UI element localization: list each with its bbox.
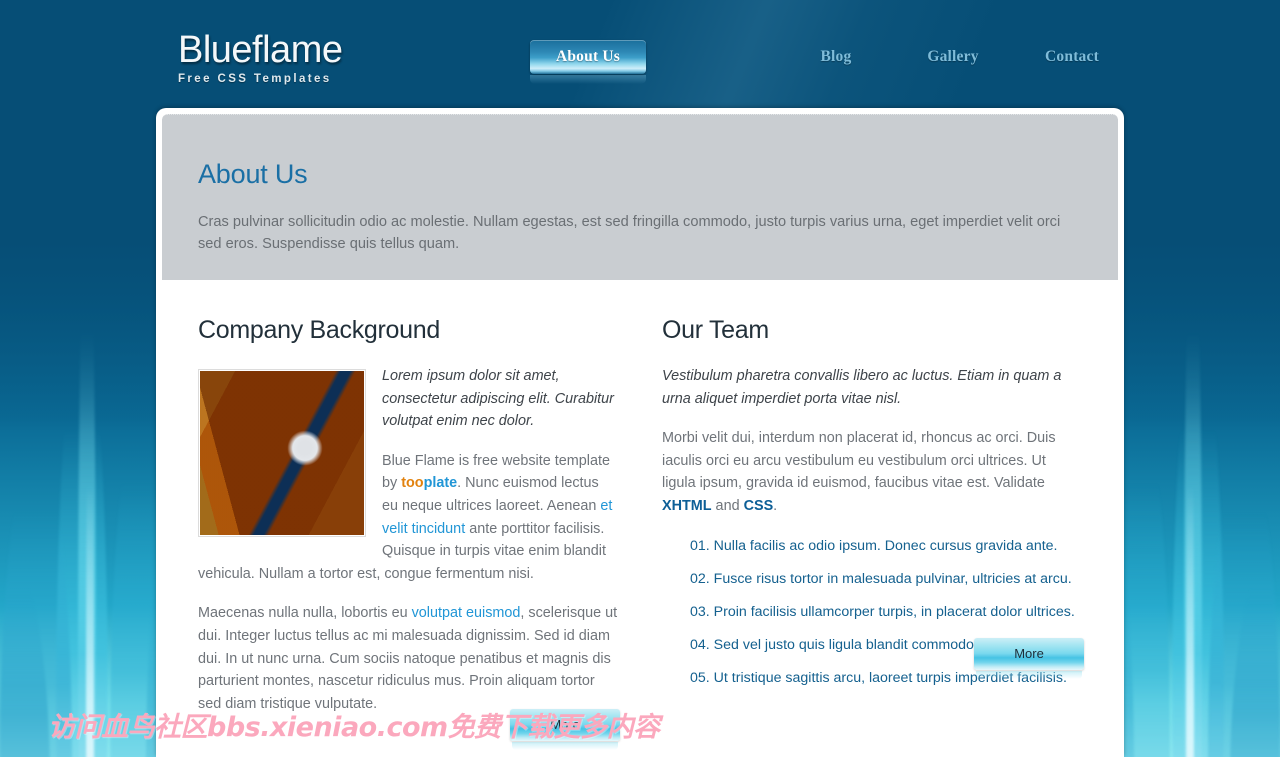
list-item[interactable]: 03. Proin facilisis ullamcorper turpis, …: [690, 602, 1082, 622]
company-background-heading: Company Background: [198, 316, 440, 344]
page-root: Blueflame Free CSS Templates Home About …: [0, 0, 1280, 757]
our-team-heading: Our Team: [662, 316, 769, 344]
nav-item-blog[interactable]: Blog: [788, 40, 884, 74]
our-team-lead: Vestibulum pharetra convallis libero ac …: [662, 368, 1062, 407]
our-team-paragraph: Morbi velit dui, interdum non placerat i…: [662, 427, 1082, 517]
team-text-after: .: [773, 497, 778, 514]
list-item[interactable]: 01. Nulla facilis ac odio ipsum. Donec c…: [690, 536, 1082, 556]
company-background-thumbnail: [198, 369, 366, 537]
content-columns: Company Background Lorem ipsum dolor sit…: [162, 280, 1118, 750]
page-header-panel: About Us Cras pulvinar sollicitudin odio…: [162, 114, 1118, 280]
site-banner: Blueflame Free CSS Templates Home About …: [0, 0, 1280, 108]
volutpat-euismod-link[interactable]: volutpat euismod: [412, 605, 521, 621]
content-shell: About Us Cras pulvinar sollicitudin odio…: [156, 108, 1124, 757]
logo-title: Blueflame: [178, 29, 343, 71]
company-background-paragraph-2: Maecenas nulla nulla, lobortis eu volutp…: [198, 602, 618, 715]
column-our-team: Our Team Vestibulum pharetra convallis l…: [662, 316, 1084, 732]
logo-tagline: Free CSS Templates: [178, 73, 332, 85]
content-shell-inner: About Us Cras pulvinar sollicitudin odio…: [162, 114, 1118, 757]
tooplate-link-too[interactable]: too: [401, 475, 423, 491]
site-logo[interactable]: Blueflame Free CSS Templates: [178, 28, 343, 85]
para2-text-before: Maecenas nulla nulla, lobortis eu: [198, 605, 412, 622]
nav-item-gallery[interactable]: Gallery: [898, 40, 1008, 74]
desert-dune-photo: [200, 371, 364, 535]
nav-item-contact[interactable]: Contact: [1018, 40, 1126, 74]
more-button-company-background[interactable]: More: [510, 709, 620, 750]
page-intro-text: Cras pulvinar sollicitudin odio ac moles…: [198, 214, 1061, 252]
team-text-between: and: [711, 497, 744, 514]
column-company-background: Company Background Lorem ipsum dolor sit…: [198, 316, 620, 750]
team-text-before: Morbi velit dui, interdum non placerat i…: [662, 430, 1056, 492]
tooplate-link-plate[interactable]: plate: [424, 475, 458, 491]
xhtml-link[interactable]: XHTML: [662, 498, 712, 514]
page-title: About Us: [198, 159, 308, 189]
more-button-our-team[interactable]: More: [974, 638, 1084, 679]
main-navigation: Home About Us Blog Gallery Contact: [530, 40, 1120, 86]
nav-item-about-us[interactable]: About Us: [530, 40, 646, 84]
list-item[interactable]: 02. Fusce risus tortor in malesuada pulv…: [690, 569, 1082, 589]
css-link[interactable]: CSS: [744, 498, 774, 514]
